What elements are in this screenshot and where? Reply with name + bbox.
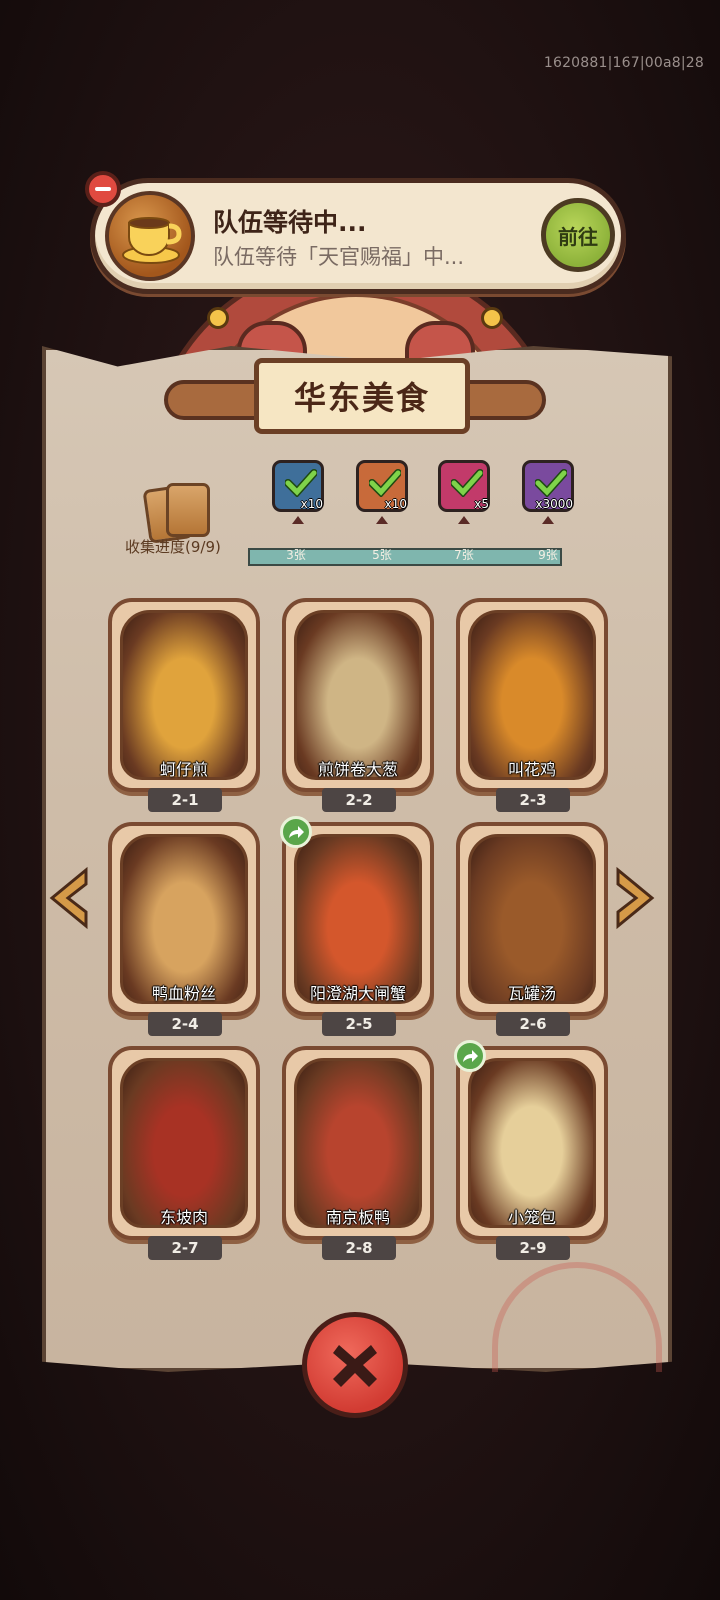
dish-code: 2-2 (322, 788, 396, 812)
reward-milestone[interactable]: x10 (268, 460, 328, 524)
go-button[interactable]: 前往 (541, 198, 615, 272)
dish-name: 瓦罐汤 (507, 984, 556, 1003)
dish-image (120, 610, 248, 780)
device-id-text: 1620881|167|00a8|28 (543, 55, 704, 71)
dish-code: 2-6 (496, 1012, 570, 1036)
minimize-button[interactable] (85, 171, 121, 207)
dish-code: 2-9 (496, 1236, 570, 1260)
dish-image (120, 834, 248, 1004)
milestone-label: 5张 (372, 548, 392, 562)
checkmark-icon (535, 469, 567, 497)
dish-name: 煎饼卷大葱 (317, 760, 398, 779)
dish-image (294, 1058, 422, 1228)
dish-image (468, 610, 596, 780)
chest-icon: x10 (272, 460, 324, 512)
dish-image (120, 1058, 248, 1228)
milestone-marker (458, 516, 470, 524)
milestone-label: 7张 (454, 548, 474, 562)
dish-card[interactable]: 瓦罐汤 (456, 822, 608, 1016)
crystal-icon: x3000 (522, 460, 574, 512)
dish-card[interactable]: 小笼包 (456, 1046, 608, 1240)
dish-code: 2-7 (148, 1236, 222, 1260)
minus-icon (95, 187, 111, 191)
page-title: 华东美食 (254, 358, 470, 434)
milestone-marker (542, 516, 554, 524)
reward-milestone[interactable]: x10 (352, 460, 412, 524)
dish-name: 叫花鸡 (507, 760, 556, 779)
coffee-cup-icon (105, 191, 195, 281)
dish-name: 阳澄湖大闸蟹 (309, 984, 406, 1003)
reward-quantity: x10 (300, 497, 323, 511)
gem-icon: x5 (438, 460, 490, 512)
previous-page-arrow-icon[interactable] (46, 866, 90, 930)
dish-card[interactable]: 叫花鸡 (456, 598, 608, 792)
key-icon: x10 (356, 460, 408, 512)
collection-progress-label: 收集进度(9/9) (125, 538, 221, 556)
team-waiting-banner[interactable]: 队伍等待中... 队伍等待「天官赐福」中... 前往 (85, 171, 626, 294)
dish-card[interactable]: 煎饼卷大葱 (282, 598, 434, 792)
checkmark-icon (285, 469, 317, 497)
dish-name: 鸭血粉丝 (151, 984, 216, 1003)
dish-name: 小笼包 (507, 1208, 556, 1227)
share-icon[interactable] (454, 1040, 486, 1072)
banner-subtitle: 队伍等待「天官赐福」中... (213, 245, 465, 269)
dish-image (294, 610, 422, 780)
dish-code: 2-5 (322, 1012, 396, 1036)
dish-card[interactable]: 东坡肉 (108, 1046, 260, 1240)
next-page-arrow-icon[interactable] (614, 866, 658, 930)
close-x-icon (333, 1345, 377, 1387)
milestone-label: 3张 (286, 548, 306, 562)
milestone-label: 9张 (538, 548, 558, 562)
dish-code: 2-3 (496, 788, 570, 812)
reward-milestone[interactable]: x3000 (518, 460, 578, 524)
dish-card[interactable]: 南京板鸭 (282, 1046, 434, 1240)
dish-name: 蚵仔煎 (159, 760, 208, 779)
milestone-marker (376, 516, 388, 524)
dish-image (294, 834, 422, 1004)
reward-milestone[interactable]: x5 (434, 460, 494, 524)
reward-quantity: x3000 (535, 497, 573, 511)
dish-image (468, 1058, 596, 1228)
banner-title: 队伍等待中... (213, 208, 367, 237)
checkmark-icon (451, 469, 483, 497)
dish-name: 南京板鸭 (325, 1208, 390, 1227)
dish-card[interactable]: 鸭血粉丝 (108, 822, 260, 1016)
reward-quantity: x10 (384, 497, 407, 511)
cards-icon (142, 483, 212, 544)
milestone-marker (292, 516, 304, 524)
share-icon[interactable] (280, 816, 312, 848)
dish-card[interactable]: 阳澄湖大闸蟹 (282, 822, 434, 1016)
checkmark-icon (369, 469, 401, 497)
reward-quantity: x5 (474, 497, 489, 511)
close-button[interactable] (302, 1312, 408, 1418)
dish-name: 东坡肉 (159, 1208, 208, 1227)
dish-code: 2-1 (148, 788, 222, 812)
dish-image (468, 834, 596, 1004)
dish-code: 2-4 (148, 1012, 222, 1036)
dish-card[interactable]: 蚵仔煎 (108, 598, 260, 792)
dish-code: 2-8 (322, 1236, 396, 1260)
